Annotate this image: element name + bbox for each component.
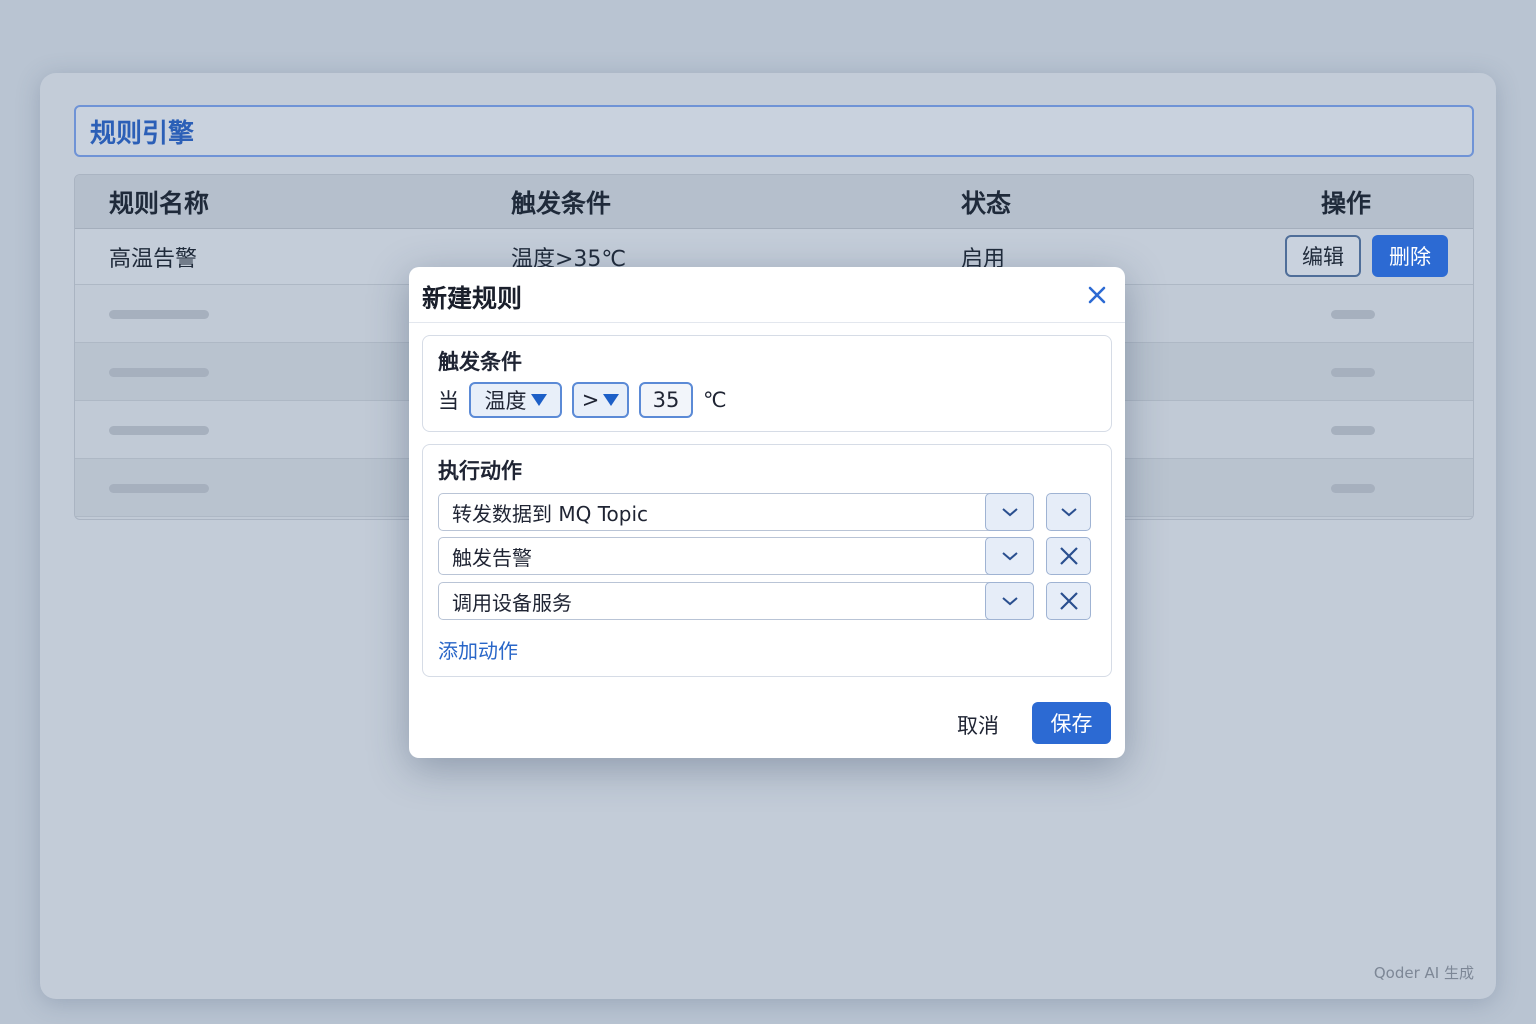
save-button[interactable]: 保存 (1032, 702, 1111, 744)
close-icon (1059, 592, 1078, 610)
action-dropdown-button[interactable] (985, 582, 1034, 620)
action-select-value: 触发告警 (452, 545, 532, 570)
watermark: Qoder AI 生成 (1373, 964, 1474, 982)
chevron-down-icon (1001, 597, 1018, 606)
actions-section: 执行动作 转发数据到 MQ Topic 触发告警 调用设备服务 添加动作 (422, 444, 1112, 677)
edit-button[interactable]: 编辑 (1285, 235, 1361, 277)
add-action-link[interactable]: 添加动作 (438, 635, 518, 664)
placeholder-bar (1331, 484, 1375, 493)
condition-row: 当 温度 > 35 ℃ (438, 382, 727, 418)
page-title: 规则引擎 (90, 118, 195, 149)
column-header-actions: 操作 (1321, 188, 1372, 218)
placeholder-bar (1331, 310, 1375, 319)
close-icon (1088, 286, 1106, 304)
placeholder-bar (109, 368, 209, 377)
remove-action-button[interactable] (1046, 537, 1091, 575)
cancel-button[interactable]: 取消 (957, 710, 999, 740)
field-select-value: 温度 (484, 389, 527, 413)
chevron-down-icon (1060, 508, 1077, 517)
condition-when-label: 当 (438, 389, 459, 413)
threshold-input[interactable]: 35 (639, 382, 693, 418)
action-select[interactable]: 调用设备服务 (438, 582, 1034, 620)
table-header: 规则名称 触发条件 状态 操作 (75, 175, 1473, 229)
operator-select-value: > (581, 388, 600, 412)
remove-action-button[interactable] (1046, 582, 1091, 620)
chevron-down-icon (1001, 552, 1018, 561)
trigger-section-title: 触发条件 (438, 350, 522, 374)
action-dropdown-button[interactable] (985, 493, 1034, 531)
chevron-down-icon (1001, 508, 1018, 517)
action-select-value: 调用设备服务 (452, 590, 572, 615)
actions-section-title: 执行动作 (438, 459, 522, 483)
close-icon (1059, 547, 1078, 565)
caret-down-icon (530, 394, 547, 406)
unit-label: ℃ (703, 388, 727, 412)
operator-select[interactable]: > (572, 382, 629, 418)
dialog-close-button[interactable] (1081, 279, 1113, 311)
action-expand-button[interactable] (1046, 493, 1091, 531)
rule-name-cell: 高温告警 (109, 246, 198, 272)
delete-button[interactable]: 删除 (1372, 235, 1448, 277)
placeholder-bar (1331, 368, 1375, 377)
action-select[interactable]: 转发数据到 MQ Topic (438, 493, 1034, 531)
placeholder-bar (109, 310, 209, 319)
app-header: 规则引擎 (74, 105, 1474, 157)
dialog-header: 新建规则 (409, 267, 1125, 323)
column-header-status: 状态 (961, 188, 1012, 218)
trigger-condition-section: 触发条件 当 温度 > 35 ℃ (422, 335, 1112, 432)
action-dropdown-button[interactable] (985, 537, 1034, 575)
placeholder-bar (109, 484, 209, 493)
placeholder-bar (1331, 426, 1375, 435)
action-select[interactable]: 触发告警 (438, 537, 1034, 575)
new-rule-dialog: 新建规则 触发条件 当 温度 > 35 ℃ 执行动作 转发数据到 MQ Topi… (409, 267, 1125, 758)
caret-down-icon (603, 394, 620, 406)
dialog-title: 新建规则 (422, 284, 523, 313)
column-header-name: 规则名称 (109, 188, 210, 218)
placeholder-bar (109, 426, 209, 435)
field-select[interactable]: 温度 (469, 382, 562, 418)
action-select-value: 转发数据到 MQ Topic (452, 501, 649, 526)
column-header-condition: 触发条件 (511, 188, 612, 218)
